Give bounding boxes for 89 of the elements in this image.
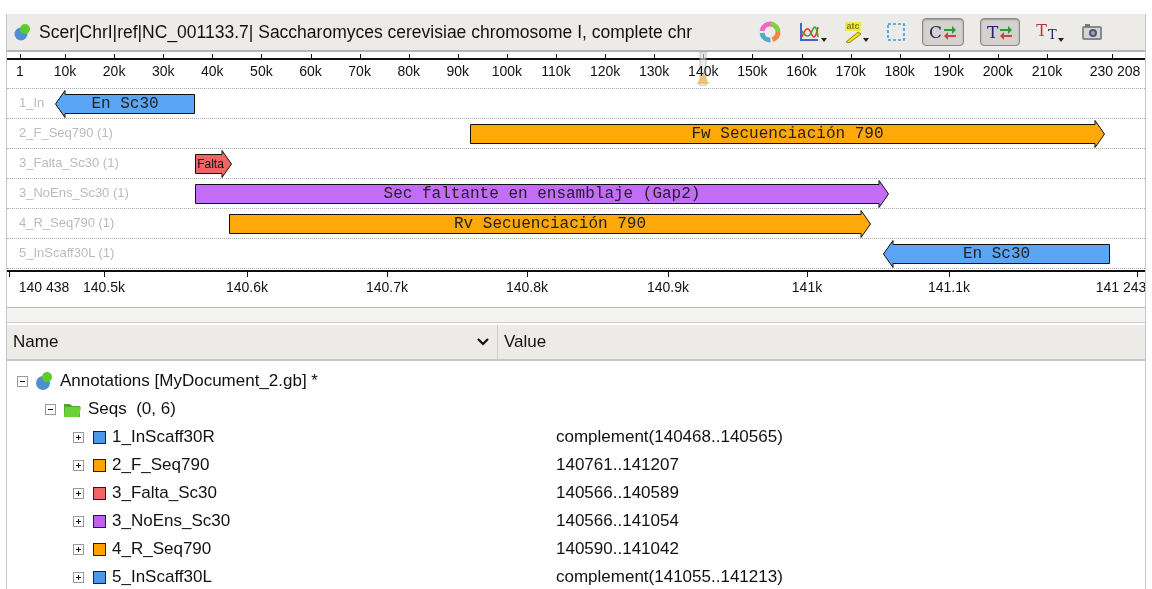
ruler-label: 100k [491,63,523,79]
ruler-label: 10k [53,63,77,79]
feature-arrow[interactable] [195,180,889,208]
column-header[interactable]: Name [13,332,59,352]
caret-icon[interactable] [1057,38,1065,43]
ruler-label: 40k [201,63,224,79]
ruler-label: 140.7k [366,279,408,295]
ruler-label: 1 [16,63,24,79]
value-text: complement(141055..141213) [556,567,783,587]
color-wheel-icon[interactable] [758,20,782,44]
ruler-label: 210k [1031,63,1063,79]
feature-arrow[interactable] [883,240,1110,268]
ruler-label: 150k [737,63,768,79]
ruler-label: 140.9k [647,279,689,295]
ruler-label: 30k [151,63,175,79]
ruler-label: 140.5k [83,279,125,295]
graph-icon[interactable] [798,21,820,43]
ruler-label: 80k [397,63,420,79]
ruler-label: 120k [589,63,621,79]
ruler-label: 140.6k [226,279,268,295]
tree-item-label[interactable]: 4_R_Seq790 [112,539,212,559]
feature-arrow[interactable] [195,150,232,178]
ruler-label: 170k [835,63,866,79]
value-text: 140590..141042 [556,539,679,559]
ruler-label: 141.1k [928,279,970,295]
sequence-title: Scer|ChrI|ref|NC_001133.7| Saccharomyces cerevisiae chromosome I, complete chr [39,21,693,43]
toggle-button[interactable]: T [980,18,1021,46]
feature-arrow[interactable] [470,120,1105,148]
splitter-handle[interactable] [7,307,1145,323]
tree-item-label[interactable]: 5_InScaff30L [112,567,212,587]
sequence-icon [13,23,31,41]
ruler-label: 140.8k [506,279,548,295]
feature-label: Fw Secuenciación 790 [691,125,884,143]
tree-item-label[interactable]: 3_NoEns_Sc30 [112,511,231,531]
track-label: 1_In [19,95,45,110]
value-text: 140761..141207 [556,455,679,475]
ruler-label: 180k [884,63,915,79]
ruler-label: 70k [348,63,371,79]
value-text: complement(140468..140565) [556,427,783,447]
tree-item-label[interactable]: 2_F_Seq790 [112,455,210,475]
camera-icon[interactable] [1080,22,1103,42]
column-header[interactable]: Value [504,332,547,352]
feature-arrow[interactable] [55,90,195,118]
ruler-label: 130k [639,63,670,79]
tree-item-label[interactable]: 3_Falta_Sc30 [112,483,217,503]
track-label: 4_R_Seq790 (1) [19,215,115,230]
track-label: 3_NoEns_Sc30 (1) [19,185,129,200]
ruler-label: 110k [541,63,571,79]
expander-icon[interactable] [73,571,84,583]
ruler-label: 50k [250,63,273,79]
track-label: 2_F_Seq790 (1) [19,125,113,140]
ruler-label: 230 208 [1089,63,1141,79]
ruler-label: 140 438 [18,279,70,295]
feature-label: En Sc30 [962,245,1031,263]
feature-label: Rv Secuenciación 790 [454,215,646,233]
ruler-label: 141 243 [1095,279,1145,295]
expander-icon[interactable] [73,543,84,555]
ruler-label: 140k [688,63,719,79]
swap-arrows-icon[interactable] [943,24,957,40]
tree-item-label[interactable]: Seqs (0, 6) [88,399,176,419]
tree-item-label[interactable]: 1_InScaff30R [112,427,215,447]
swap-arrows-icon[interactable] [999,24,1014,40]
value-text: 140566..140589 [556,483,679,503]
caret-icon[interactable] [863,37,870,43]
ruler-label: 20k [102,63,126,79]
feature-label: En Sc30 [91,95,159,113]
ruler-label: 60k [299,63,322,79]
expander-icon[interactable] [73,459,84,471]
feature-label: Falta [197,157,224,171]
ruler-label: 200k [982,63,1014,79]
expander-icon[interactable] [73,515,84,527]
expander-icon[interactable] [45,403,56,415]
track-label: 5_InScaff30L (1) [19,245,115,260]
ruler-label: 141k [791,279,823,295]
expander-icon[interactable] [73,431,84,443]
expander-icon[interactable] [17,375,28,387]
feature-label: Sec faltante en ensamblaje (Gap2) [383,185,701,203]
value-text: 140566..141054 [556,511,679,531]
ruler-label: 90k [446,63,470,79]
feature-arrow[interactable] [229,210,871,238]
sequence-icon [34,371,54,391]
ruler-label: 190k [933,63,964,79]
expander-icon[interactable] [73,487,84,499]
chevron-icon[interactable] [477,337,489,347]
track-label: 3_Falta_Sc30 (1) [19,155,119,170]
caret-icon[interactable] [821,38,828,43]
toggle-button[interactable]: C [922,18,964,46]
tree-item-label[interactable]: Annotations [MyDocument_2.gb] * [60,371,318,391]
ruler-label: 160k [786,63,817,79]
